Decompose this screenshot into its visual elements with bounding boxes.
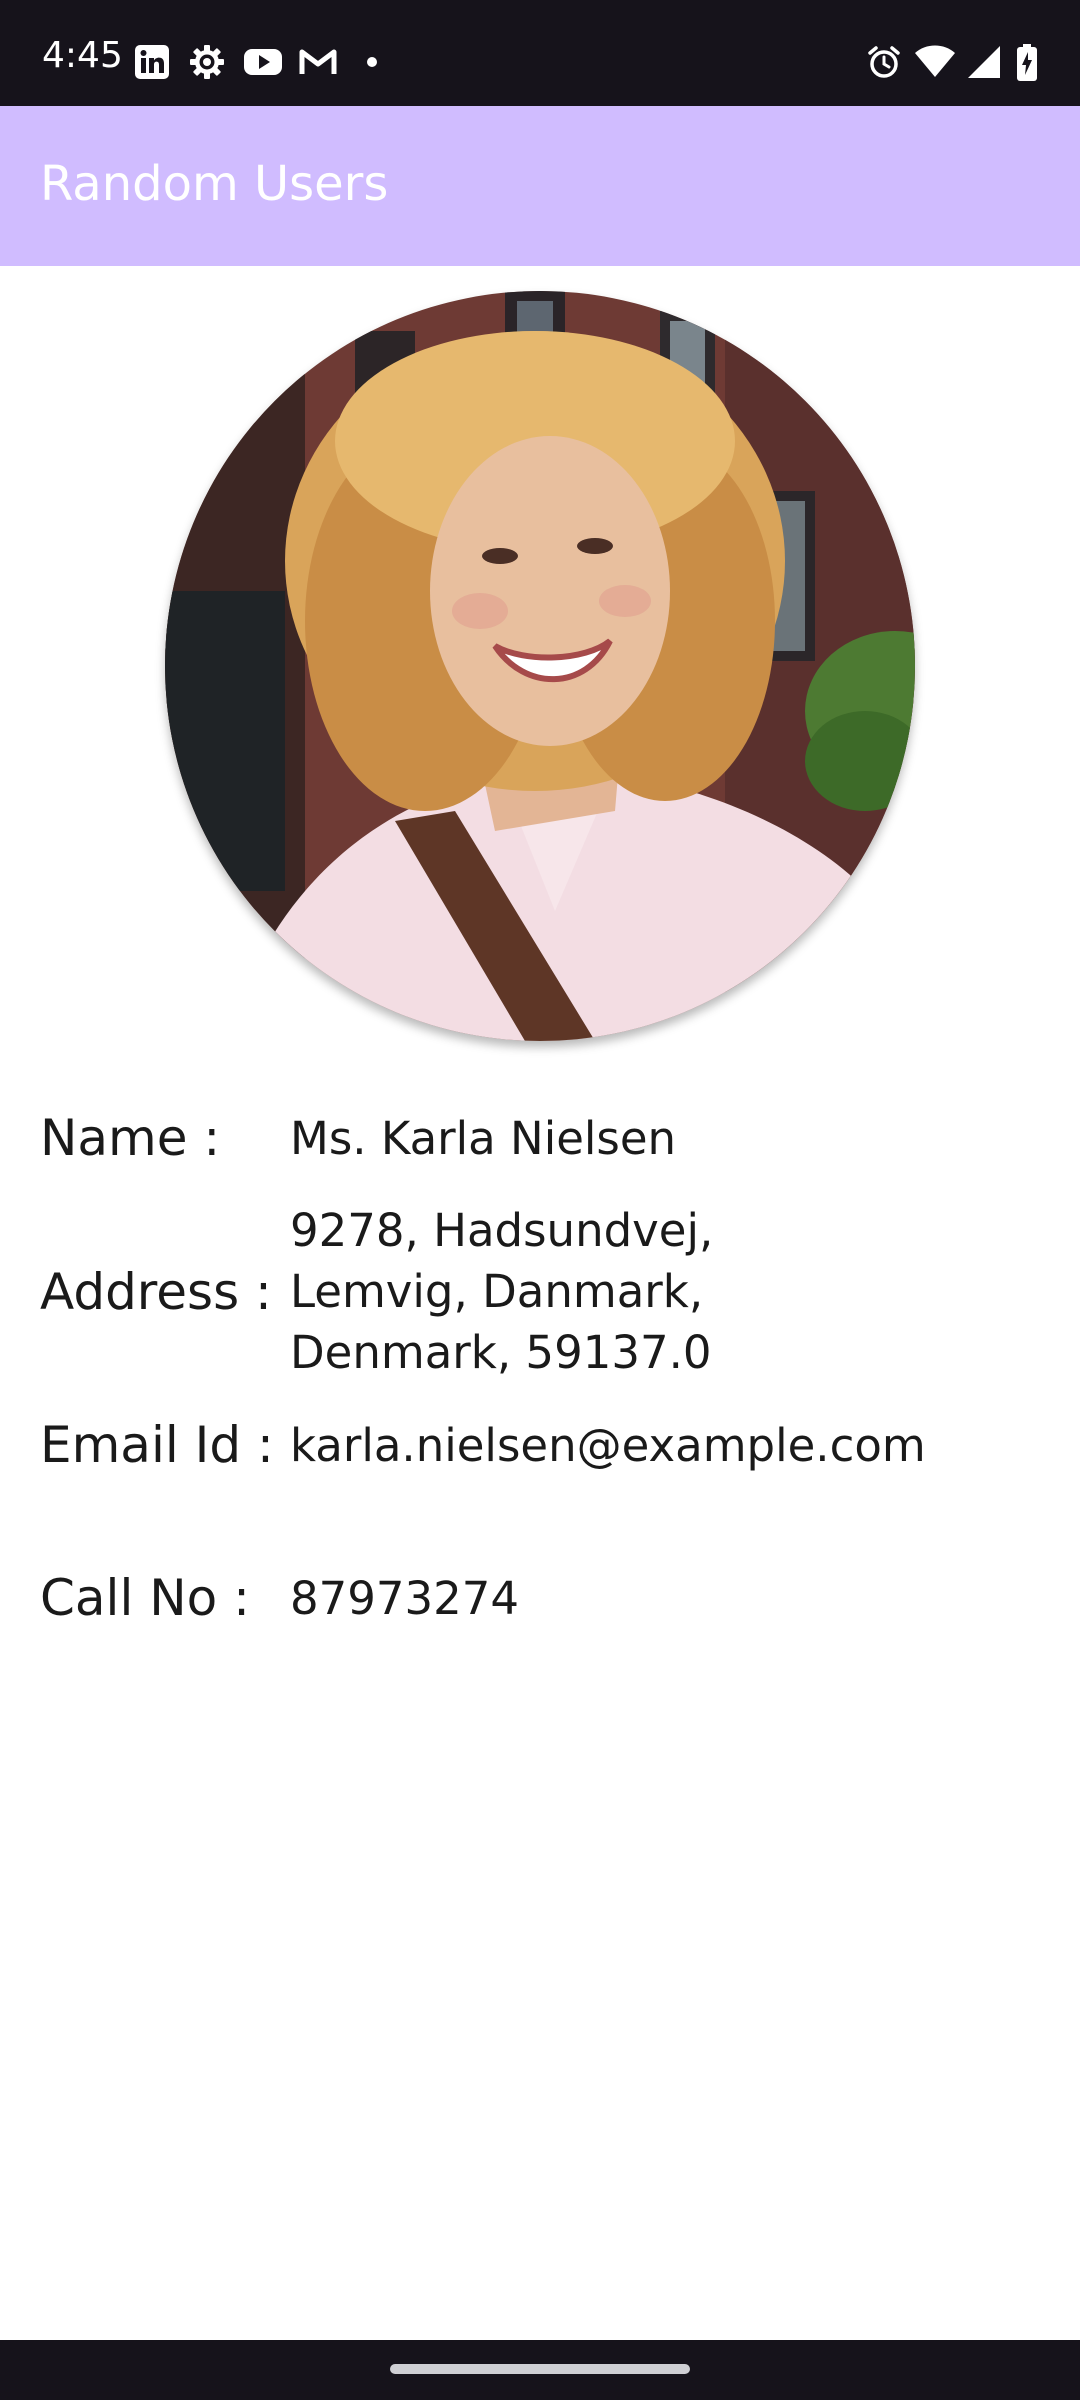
address-value: 9278, Hadsundvej, Lemvig, Danmark, Denma… — [290, 1200, 1050, 1383]
youtube-icon — [243, 44, 283, 80]
app-bar: Random Users — [0, 106, 1080, 266]
name-label: Name : — [40, 1109, 221, 1167]
cellular-signal-icon — [967, 44, 1001, 80]
email-row: Email Id : karla.nielsen@example.com — [0, 1415, 1080, 1475]
navigation-bar — [0, 2340, 1080, 2400]
wifi-icon — [914, 44, 956, 80]
address-line-3: Denmark, 59137.0 — [290, 1326, 712, 1379]
alarm-icon — [866, 44, 902, 80]
gmail-icon — [299, 44, 337, 80]
name-row: Name : Ms. Karla Nielsen — [0, 1108, 1080, 1168]
name-value: Ms. Karla Nielsen — [290, 1112, 677, 1165]
address-line-2: Lemvig, Danmark, — [290, 1265, 704, 1318]
user-photo-woman — [165, 291, 915, 1041]
battery-charging-icon — [1016, 44, 1038, 81]
home-gesture-handle[interactable] — [390, 2364, 690, 2374]
address-label: Address : — [40, 1263, 272, 1321]
call-label: Call No : — [40, 1569, 250, 1627]
email-value: karla.nielsen@example.com — [290, 1419, 926, 1472]
screen: 4:45 Random Users Name: Ms. Karla Niels… — [0, 0, 1080, 2400]
call-value: 87973274 — [290, 1572, 520, 1625]
call-row: Call No : 87973274 — [0, 1568, 1080, 1628]
settings-gear-icon — [189, 44, 225, 80]
address-line-1: 9278, Hadsundvej, — [290, 1204, 714, 1257]
profile-photo — [165, 291, 915, 1041]
app-title: Random Users — [40, 156, 389, 212]
notification-dot-icon — [366, 56, 378, 92]
status-bar: 4:45 — [0, 0, 1080, 106]
email-label: Email Id : — [40, 1416, 274, 1474]
address-row: Address : 9278, Hadsundvej, Lemvig, Danm… — [0, 1200, 1080, 1383]
linkedin-icon — [134, 44, 170, 80]
status-time: 4:45 — [42, 35, 123, 76]
